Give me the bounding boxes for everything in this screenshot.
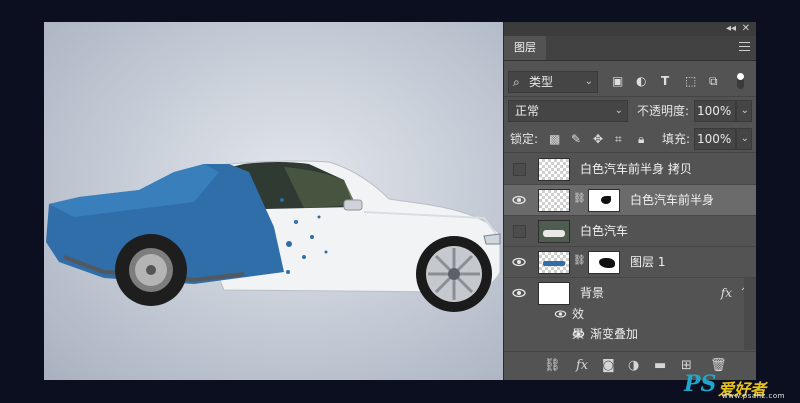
blend-mode-value: 正常 (515, 104, 540, 118)
layer-name: 白色汽车 (580, 224, 629, 238)
lock-paint-icon[interactable]: ✎ (571, 129, 581, 149)
opacity-value: 100% (697, 104, 732, 118)
effect-item-label: 渐变叠加 (590, 327, 639, 341)
tab-layers[interactable]: 图层 (504, 36, 546, 60)
lock-label: 锁定: (510, 132, 539, 146)
layer-row[interactable]: ⛓ 图层 1 (504, 247, 756, 278)
eye-icon[interactable] (554, 308, 567, 320)
opacity-input[interactable]: 100% (694, 100, 736, 122)
layer-row[interactable]: 白色汽车 (504, 216, 756, 247)
lock-row: 锁定: ▩ ✎ ✥ ⌗ 🔒︎ 填充: 100% ⌄ (504, 128, 756, 150)
visibility-toggle-off[interactable] (513, 225, 526, 238)
filter-smart-object-icon[interactable]: ⧉ (709, 71, 718, 91)
chevron-down-icon: ⌄ (584, 76, 593, 87)
filter-kind-select[interactable]: ⌕ 类型 ⌄ (508, 71, 598, 93)
layer-thumbnail (538, 189, 570, 212)
filter-adjustment-icon[interactable]: ◐ (636, 71, 646, 91)
filter-toggle[interactable] (737, 73, 744, 89)
opacity-dropdown[interactable]: ⌄ (736, 100, 752, 122)
layer-row-background[interactable]: 背景 fx ⌃ (504, 278, 756, 308)
add-mask-icon[interactable]: ◙ (602, 358, 615, 374)
eye-icon[interactable] (512, 286, 526, 300)
filter-kind-label: 类型 (529, 75, 554, 89)
chevron-down-icon: ⌄ (614, 105, 623, 116)
fill-label: 填充: (662, 132, 691, 146)
fx-icon[interactable]: fx (576, 358, 588, 374)
fill-value: 100% (697, 132, 732, 146)
document-canvas[interactable] (44, 22, 503, 380)
filter-type-icon[interactable]: T (661, 71, 669, 91)
search-icon: ⌕ (513, 75, 520, 89)
eye-icon[interactable] (512, 255, 526, 269)
layer-mask-thumbnail[interactable] (588, 189, 620, 212)
layers-scrollbar[interactable] (744, 278, 756, 350)
lock-all-icon[interactable]: 🔒︎ (638, 129, 644, 149)
chain-link-icon[interactable]: ⛓ (573, 193, 586, 204)
watermark-url: www.psahz.com (722, 392, 785, 400)
layer-thumbnail (538, 158, 570, 181)
fill-input[interactable]: 100% (694, 128, 736, 150)
lock-transparent-icon[interactable]: ▩ (549, 129, 560, 149)
eye-icon[interactable] (572, 328, 585, 340)
car-artwork (46, 160, 501, 312)
layer-thumbnail (538, 220, 570, 243)
blend-row: 正常 ⌄ 不透明度: 100% ⌄ (504, 100, 756, 122)
chevron-down-icon: ⌄ (740, 105, 749, 116)
panel-menu-icon[interactable] (739, 42, 750, 51)
layer-thumbnail (538, 251, 570, 274)
close-panel-button[interactable]: ✕ (742, 22, 750, 36)
layer-name: 白色汽车前半身 (630, 193, 715, 207)
layer-name: 白色汽车前半身 拷贝 (580, 162, 692, 176)
watermark-brand: PS (684, 371, 717, 397)
layers-panel: ◂◂ ✕ 图层 ⌕ 类型 ⌄ ▣ ◐ T ⬚ ⧉ 正常 ⌄ 不透明度: 100% (503, 22, 756, 380)
lock-artboard-icon[interactable]: ⌗ (615, 129, 622, 149)
collapse-panel-button[interactable]: ◂◂ (726, 22, 736, 36)
filter-row: ⌕ 类型 ⌄ ▣ ◐ T ⬚ ⧉ (504, 70, 756, 94)
adjustment-layer-icon[interactable]: ◑ (628, 358, 639, 374)
site-watermark: PS 爱好者 www.psahz.com (684, 371, 794, 401)
filter-shape-icon[interactable]: ⬚ (685, 71, 696, 91)
visibility-toggle-off[interactable] (513, 163, 526, 176)
panel-tab-row: 图层 (504, 36, 756, 61)
lock-position-icon[interactable]: ✥ (593, 129, 603, 149)
filter-pixel-icon[interactable]: ▣ (612, 71, 623, 91)
new-group-icon[interactable]: ▬ (654, 358, 666, 374)
fill-dropdown[interactable]: ⌄ (736, 128, 752, 150)
layer-effects-badge[interactable]: fx (721, 278, 732, 308)
panel-header-strip: ◂◂ ✕ (504, 22, 756, 36)
link-layers-icon[interactable]: ⛓ (544, 358, 561, 374)
opacity-label: 不透明度: (637, 104, 690, 118)
blend-mode-select[interactable]: 正常 ⌄ (508, 100, 628, 122)
layer-row-selected[interactable]: ⛓ 白色汽车前半身 (504, 185, 756, 216)
eye-icon[interactable] (512, 193, 526, 207)
layer-mask-thumbnail[interactable] (588, 251, 620, 274)
chevron-down-icon: ⌄ (740, 133, 749, 144)
layer-name: 图层 1 (630, 255, 666, 269)
layer-thumbnail (538, 282, 570, 305)
layer-row[interactable]: 白色汽车前半身 拷贝 (504, 154, 756, 185)
chain-link-icon[interactable]: ⛓ (573, 255, 586, 266)
